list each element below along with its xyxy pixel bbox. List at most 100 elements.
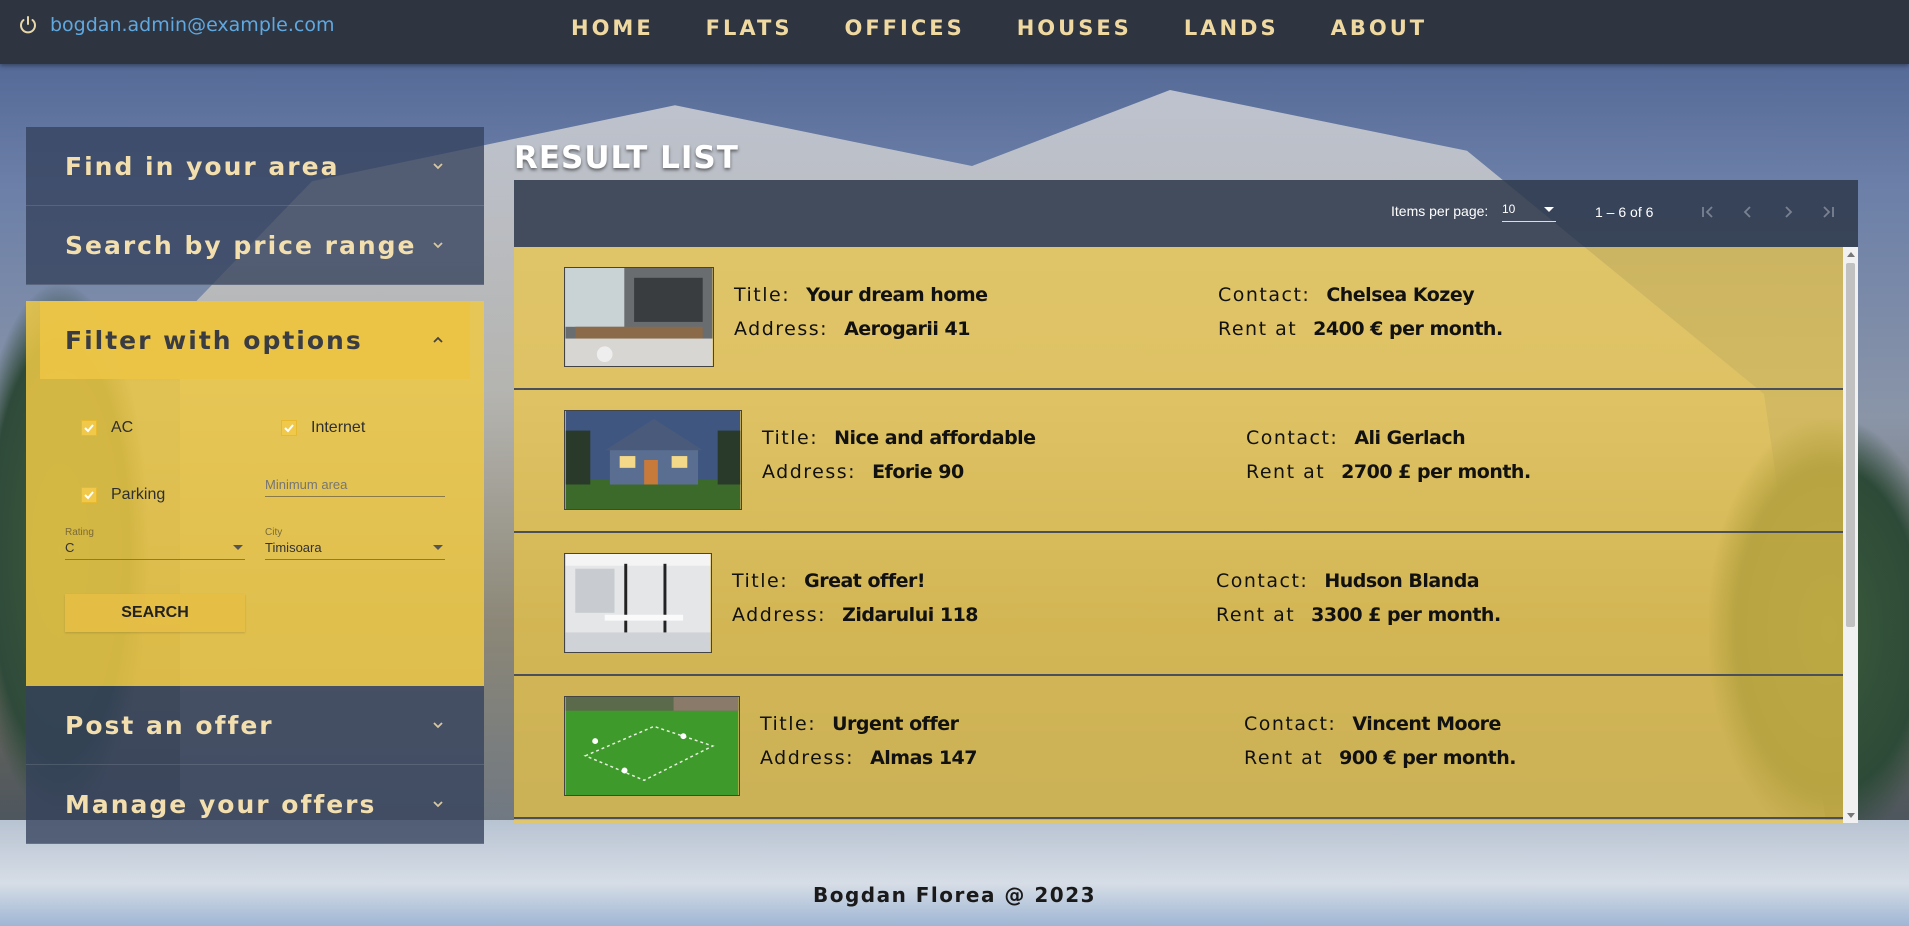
user-account: bogdan.admin@example.com — [18, 14, 334, 36]
checkbox-box[interactable] — [81, 420, 97, 436]
checkbox-box[interactable] — [281, 420, 297, 436]
checkbox-label: Parking — [111, 486, 166, 503]
title-key: Title: — [762, 427, 819, 449]
accordion-find-area[interactable]: Find in your area — [26, 127, 484, 206]
title-key: Title: — [732, 570, 789, 592]
rating-select[interactable]: C — [65, 538, 245, 560]
rent-value: 2700 £ per month. — [1341, 461, 1531, 483]
items-per-page-select[interactable]: 10 — [1502, 202, 1556, 222]
nav-about[interactable]: ABOUT — [1305, 14, 1454, 40]
result-list: Title: Your dream home Address: Aerogarii … — [514, 247, 1858, 823]
checkbox-parking[interactable]: Parking — [81, 486, 165, 504]
list-item[interactable]: Title: Urgent offer Address: Almas 147 Con… — [514, 676, 1843, 819]
rent-value: 2400 € per month. — [1313, 318, 1503, 340]
title-key: Title: — [760, 713, 817, 735]
contact-value: Ali Gerlach — [1354, 427, 1466, 449]
accordion-label: Post an offer — [65, 710, 274, 740]
address-key: Address: — [760, 747, 855, 769]
result-list-title: RESULT LIST — [514, 140, 739, 176]
checkbox-label: Internet — [311, 419, 366, 436]
list-item[interactable]: Title: Nice and affordable Address: Eforie… — [514, 390, 1843, 533]
first-page-button[interactable] — [1694, 198, 1722, 226]
title-line: Title: Nice and affordable — [762, 427, 1036, 449]
title-key: Title: — [734, 284, 791, 306]
accordion-label: Search by price range — [65, 230, 417, 260]
user-email[interactable]: bogdan.admin@example.com — [50, 14, 334, 36]
rent-line: Rent at 3300 £ per month. — [1216, 604, 1501, 626]
filter-panel: Filter with options AC Internet Parking … — [26, 301, 484, 686]
search-button[interactable]: SEARCH — [65, 594, 245, 632]
contact-value: Vincent Moore — [1352, 713, 1501, 735]
contact-line: Contact: Hudson Blanda — [1216, 570, 1480, 592]
rent-line: Rent at 2700 £ per month. — [1246, 461, 1531, 483]
address-key: Address: — [732, 604, 827, 626]
first-page-icon — [1702, 206, 1713, 218]
title-line: Title: Great offer! — [732, 570, 926, 592]
chevron-down-icon — [433, 163, 443, 170]
list-scrollbar[interactable] — [1843, 247, 1858, 823]
next-page-button[interactable] — [1774, 198, 1802, 226]
last-page-button[interactable] — [1814, 198, 1842, 226]
chevron-up-icon — [433, 336, 443, 343]
chevron-right-icon — [1785, 206, 1793, 218]
list-item[interactable]: Title: Your dream home Address: Aerogarii … — [514, 247, 1843, 390]
address-key: Address: — [762, 461, 857, 483]
dropdown-arrow-icon — [433, 545, 443, 550]
rent-key: Rent at — [1218, 318, 1298, 340]
nav-lands[interactable]: LANDS — [1158, 14, 1305, 40]
power-icon[interactable] — [18, 15, 38, 35]
checkbox-ac[interactable]: AC — [81, 419, 133, 437]
nav-offices[interactable]: OFFICES — [818, 14, 990, 40]
checkbox-internet[interactable]: Internet — [281, 419, 365, 437]
rating-value: C — [65, 540, 75, 555]
contact-line: Contact: Ali Gerlach — [1246, 427, 1466, 449]
rent-key: Rent at — [1244, 747, 1324, 769]
address-key: Address: — [734, 318, 829, 340]
list-item[interactable]: Title: Great offer! Address: Zidarului 118… — [514, 533, 1843, 676]
check-icon — [284, 424, 294, 433]
checkbox-box[interactable] — [81, 487, 97, 503]
prev-page-button[interactable] — [1734, 198, 1762, 226]
title-value: Your dream home — [806, 284, 988, 306]
accordion-filter-options[interactable]: Filter with options — [40, 301, 470, 379]
nav-houses[interactable]: HOUSES — [991, 14, 1158, 40]
city-value: Timisoara — [265, 540, 322, 555]
contact-line: Contact: Vincent Moore — [1244, 713, 1501, 735]
dropdown-arrow-icon — [233, 545, 243, 550]
accordion-label: Find in your area — [65, 151, 340, 181]
address-line: Address: Almas 147 — [760, 747, 977, 769]
nav-flats[interactable]: FLATS — [680, 14, 819, 40]
accordion-post-offer[interactable]: Post an offer — [26, 686, 484, 765]
scroll-thumb[interactable] — [1846, 263, 1855, 627]
accordion-label: Filter with options — [65, 325, 363, 355]
city-select[interactable]: Timisoara — [265, 538, 445, 560]
title-line: Title: Urgent offer — [760, 713, 959, 735]
chevron-left-icon — [1743, 206, 1751, 218]
items-per-page-label: Items per page: — [1391, 203, 1489, 219]
footer: Bogdan Florea @ 2023 — [812, 883, 1097, 907]
scroll-up-icon[interactable] — [1847, 252, 1855, 257]
rent-line: Rent at 2400 € per month. — [1218, 318, 1503, 340]
contact-key: Contact: — [1216, 570, 1309, 592]
title-value: Nice and affordable — [834, 427, 1036, 449]
rent-value: 3300 £ per month. — [1311, 604, 1501, 626]
checkbox-label: AC — [111, 419, 134, 436]
address-line: Address: Zidarului 118 — [732, 604, 979, 626]
check-icon — [84, 491, 94, 500]
address-value: Zidarului 118 — [842, 604, 979, 626]
rent-key: Rent at — [1216, 604, 1296, 626]
nav-home[interactable]: HOME — [545, 14, 680, 40]
address-value: Eforie 90 — [872, 461, 964, 483]
accordion-manage-offers[interactable]: Manage your offers — [26, 765, 484, 844]
dropdown-arrow-icon — [1544, 206, 1554, 212]
listing-thumbnail — [564, 410, 742, 510]
city-field: City Timisoara — [265, 527, 445, 560]
title-value: Urgent offer — [832, 713, 959, 735]
scroll-down-icon[interactable] — [1847, 813, 1855, 818]
min-area-input[interactable] — [265, 473, 445, 497]
sidebar: Find in your area Search by price range … — [26, 127, 484, 844]
accordion-price-range[interactable]: Search by price range — [26, 206, 484, 285]
rent-line: Rent at 900 € per month. — [1244, 747, 1516, 769]
title-line: Title: Your dream home — [734, 284, 988, 306]
address-line: Address: Aerogarii 41 — [734, 318, 970, 340]
